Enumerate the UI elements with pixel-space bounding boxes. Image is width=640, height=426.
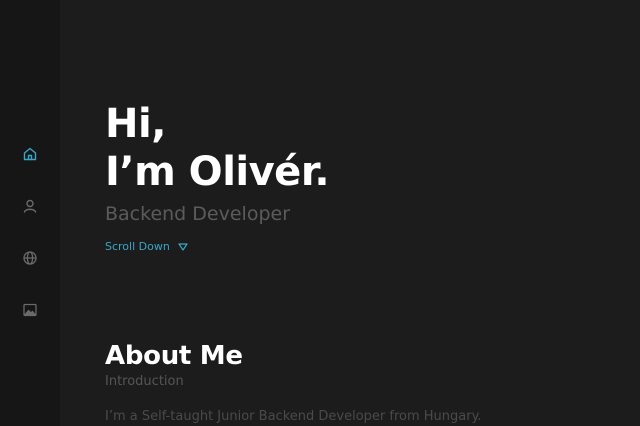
scroll-down-link[interactable]: Scroll Down xyxy=(105,240,188,254)
sidebar-item-about[interactable] xyxy=(20,196,40,216)
about-subheading: Introduction xyxy=(105,374,184,389)
about-paragraph: I’m a Self-taught Junior Backend Develop… xyxy=(105,409,482,424)
main-content: Hi, I’m Olivér. Backend Developer Scroll… xyxy=(60,0,640,426)
hero-heading: Hi, I’m Olivér. xyxy=(105,100,330,196)
home-icon xyxy=(23,147,37,161)
image-icon xyxy=(23,303,37,317)
user-icon xyxy=(23,199,37,213)
about-heading: About Me xyxy=(105,341,243,371)
hero-subtitle: Backend Developer xyxy=(105,203,290,225)
sidebar-item-gallery[interactable] xyxy=(20,300,40,320)
hero-greeting-line2: I’m Olivér. xyxy=(105,149,330,195)
sidebar-item-home[interactable] xyxy=(20,144,40,164)
scroll-down-label: Scroll Down xyxy=(105,240,170,253)
triangle-down-icon xyxy=(178,243,188,251)
hero-greeting-line1: Hi, xyxy=(105,101,166,147)
sidebar-item-skills[interactable] xyxy=(20,248,40,268)
globe-icon xyxy=(23,251,37,265)
sidebar xyxy=(0,0,60,426)
